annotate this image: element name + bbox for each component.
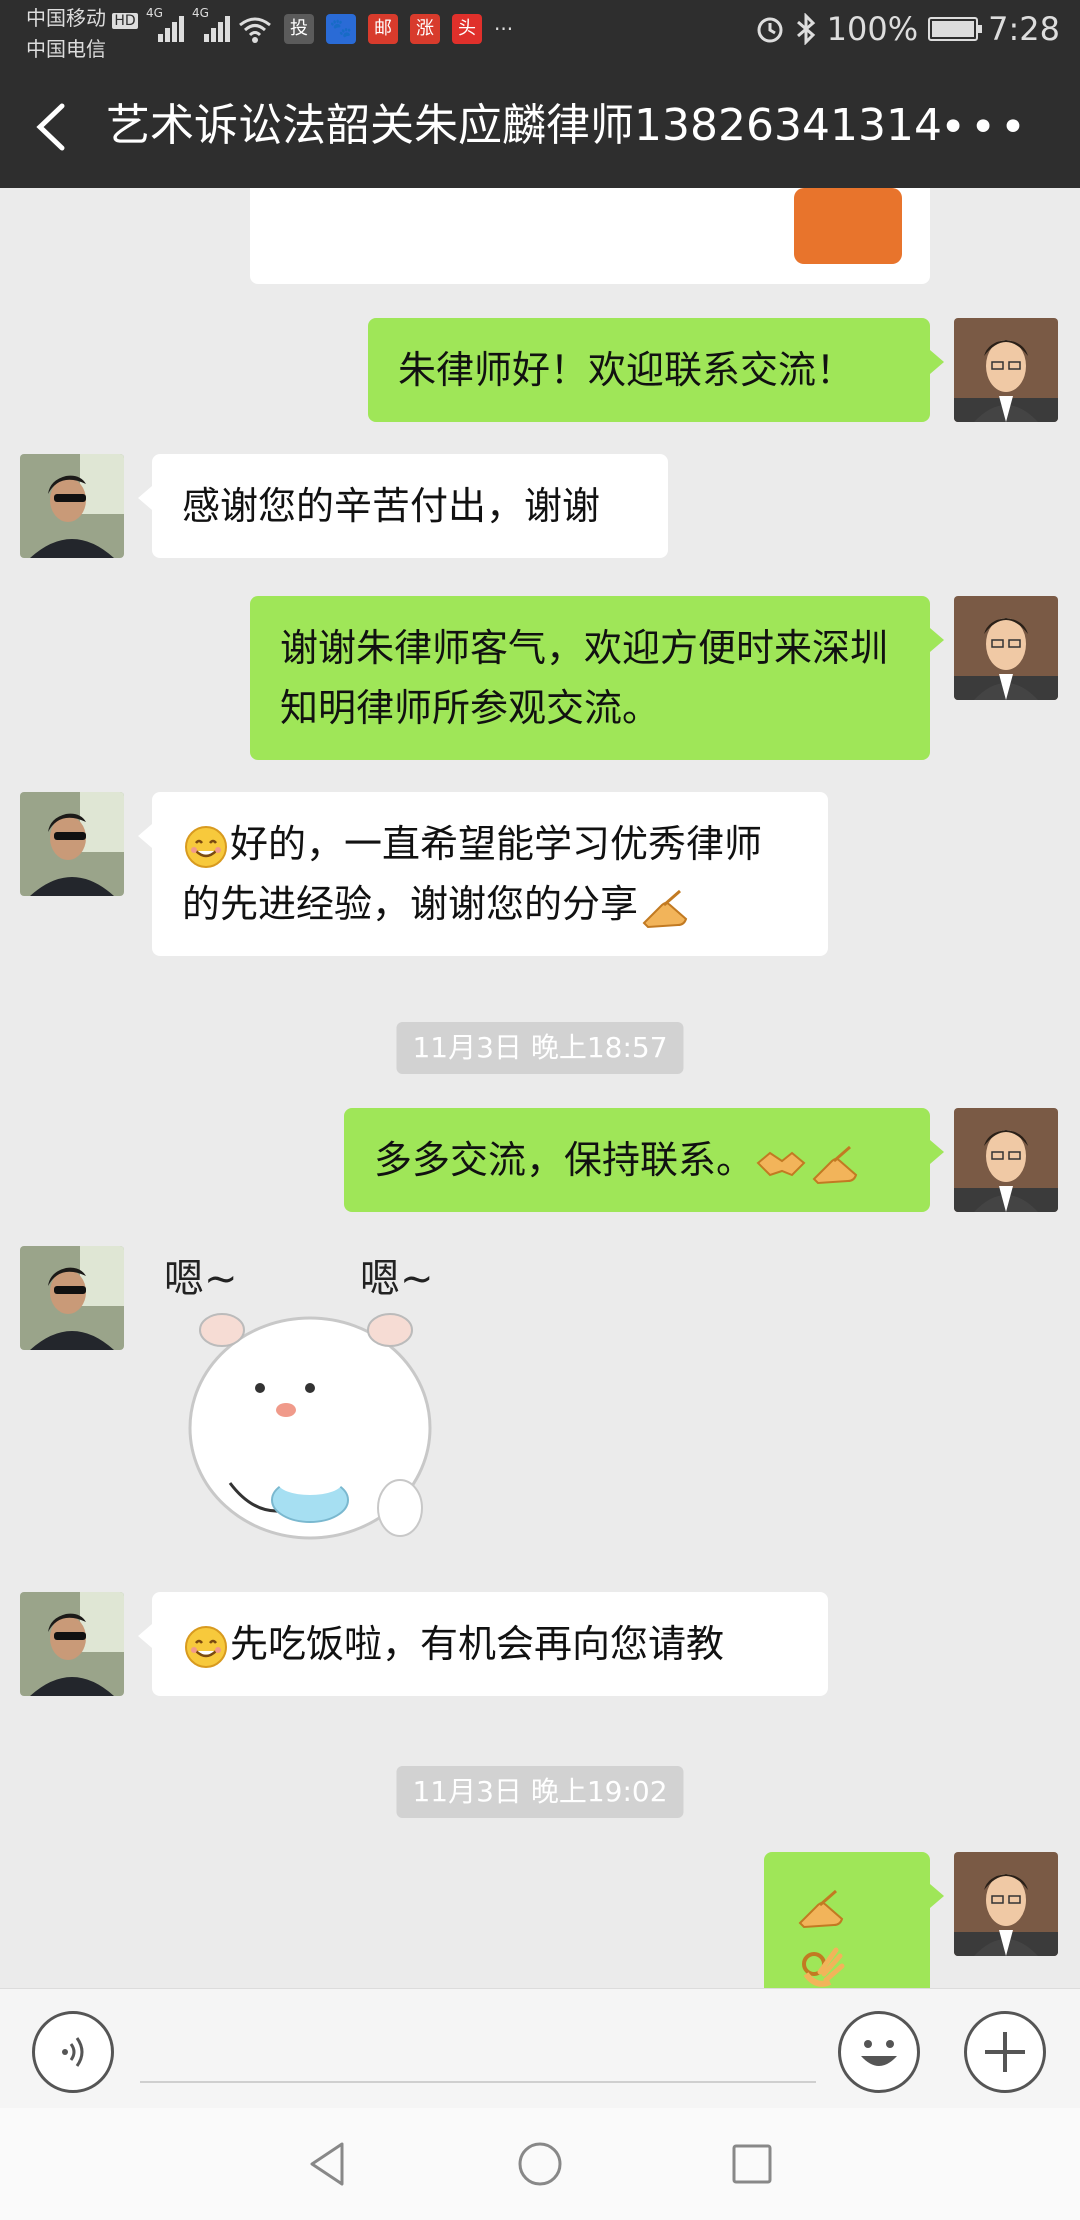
message-input[interactable] bbox=[140, 2081, 816, 2083]
handshake-emoji-icon bbox=[756, 1151, 806, 1176]
emoji-button[interactable] bbox=[838, 2011, 920, 2093]
hamster-icon bbox=[188, 1313, 432, 1540]
timestamp: 11月3日 晚上19:02 bbox=[396, 1766, 684, 1818]
bluetooth-icon bbox=[796, 13, 815, 45]
battery-percent: 100% bbox=[826, 10, 919, 48]
ok-hand-emoji-icon bbox=[642, 889, 688, 928]
message-bubble[interactable]: 谢谢朱律师客气，欢迎方便时来深圳知明律师所参观交流。 bbox=[250, 596, 944, 760]
clock: 7:28 bbox=[988, 10, 1060, 48]
alarm-icon bbox=[757, 17, 783, 43]
signal-icon-1: 4G bbox=[146, 6, 184, 42]
contact-avatar[interactable] bbox=[20, 792, 124, 896]
my-avatar[interactable] bbox=[954, 1108, 1058, 1212]
status-right: 100% 7:28 bbox=[755, 10, 1060, 48]
chat-area[interactable]: 朱律师好！欢迎联系交流！ 感谢您的辛苦付出，谢谢 谢谢朱律师客气，欢迎方便时来深… bbox=[0, 188, 1080, 1988]
status-icons: 4G 4G 投 🐾 邮 涨 头 ··· bbox=[146, 6, 514, 44]
top-bar: 中国移动 HD 中国电信 4G 4G 投 🐾 邮 涨 头 ··· 100% 7:… bbox=[0, 0, 1080, 188]
message-bubble[interactable] bbox=[764, 1852, 944, 1988]
net-label-2: 4G bbox=[192, 6, 209, 20]
wifi-icon bbox=[239, 17, 271, 43]
nav-back-icon[interactable] bbox=[302, 2138, 354, 2190]
my-avatar[interactable] bbox=[954, 596, 1058, 700]
message-bubble[interactable]: 好的，一直希望能学习优秀律师的先进经验，谢谢您的分享 bbox=[138, 792, 828, 956]
app-badge-5: 头 bbox=[452, 14, 482, 44]
nav-home-icon[interactable] bbox=[514, 2138, 566, 2190]
card-app-icon bbox=[794, 188, 902, 264]
smile-emoji-icon bbox=[185, 825, 227, 868]
net-label-1: 4G bbox=[146, 6, 163, 20]
add-more-button[interactable] bbox=[964, 2011, 1046, 2093]
back-arrow-icon[interactable] bbox=[30, 100, 74, 154]
battery-icon bbox=[928, 17, 983, 41]
my-avatar[interactable] bbox=[954, 318, 1058, 422]
contact-avatar[interactable] bbox=[20, 454, 124, 558]
contact-avatar[interactable] bbox=[20, 1246, 124, 1350]
input-bar bbox=[0, 1988, 1080, 2108]
carrier2-label: 中国电信 bbox=[26, 37, 106, 61]
ok-gesture-emoji-icon bbox=[802, 1947, 845, 1987]
more-menu-button[interactable]: ••• bbox=[940, 106, 1030, 150]
plus-icon bbox=[985, 2032, 1025, 2072]
nav-recents-icon[interactable] bbox=[726, 2138, 778, 2190]
hamster-eating-sticker[interactable]: 嗯~ 嗯~ bbox=[160, 1238, 460, 1558]
ok-hand-emoji-icon bbox=[812, 1145, 858, 1184]
message-text: 朱律师好！欢迎联系交流！ bbox=[398, 348, 855, 392]
voice-button[interactable] bbox=[32, 2011, 114, 2093]
system-nav-bar bbox=[0, 2108, 1080, 2220]
message-text: 感谢您的辛苦付出，谢谢 bbox=[182, 484, 601, 528]
hd-badge: HD bbox=[112, 13, 138, 29]
message-text: 先吃饭啦，有机会再向您请教 bbox=[230, 1622, 725, 1666]
carrier1-label: 中国移动 bbox=[26, 6, 106, 30]
ok-hand-emoji-icon bbox=[798, 1889, 844, 1928]
message-bubble[interactable]: 感谢您的辛苦付出，谢谢 bbox=[138, 454, 668, 558]
smile-emoji-icon bbox=[185, 1625, 227, 1668]
smiley-icon bbox=[861, 2040, 897, 2066]
message-text: 多多交流，保持联系。 bbox=[374, 1138, 755, 1182]
signal-icon-2: 4G bbox=[192, 6, 230, 42]
carrier-info: 中国移动 HD 中国电信 bbox=[26, 4, 138, 63]
app-badge-3: 邮 bbox=[368, 14, 398, 44]
voice-icon bbox=[62, 2037, 84, 2067]
more-notifications: ··· bbox=[494, 17, 514, 41]
message-bubble[interactable]: 先吃饭啦，有机会再向您请教 bbox=[138, 1592, 828, 1696]
previous-card[interactable] bbox=[250, 188, 930, 284]
app-badge-1: 投 bbox=[284, 14, 314, 44]
timestamp: 11月3日 晚上18:57 bbox=[396, 1022, 684, 1074]
message-bubble[interactable]: 朱律师好！欢迎联系交流！ bbox=[368, 318, 944, 422]
chat-title: 艺术诉讼法韶关朱应麟律师13826341314 bbox=[106, 100, 942, 151]
message-text: 谢谢朱律师客气，欢迎方便时来深圳知明律师所参观交流。 bbox=[280, 626, 889, 730]
app-badge-4: 涨 bbox=[410, 14, 440, 44]
app-badge-2: 🐾 bbox=[326, 14, 356, 44]
my-avatar[interactable] bbox=[954, 1852, 1058, 1956]
contact-avatar[interactable] bbox=[20, 1592, 124, 1696]
message-bubble[interactable]: 多多交流，保持联系。 bbox=[344, 1108, 944, 1212]
